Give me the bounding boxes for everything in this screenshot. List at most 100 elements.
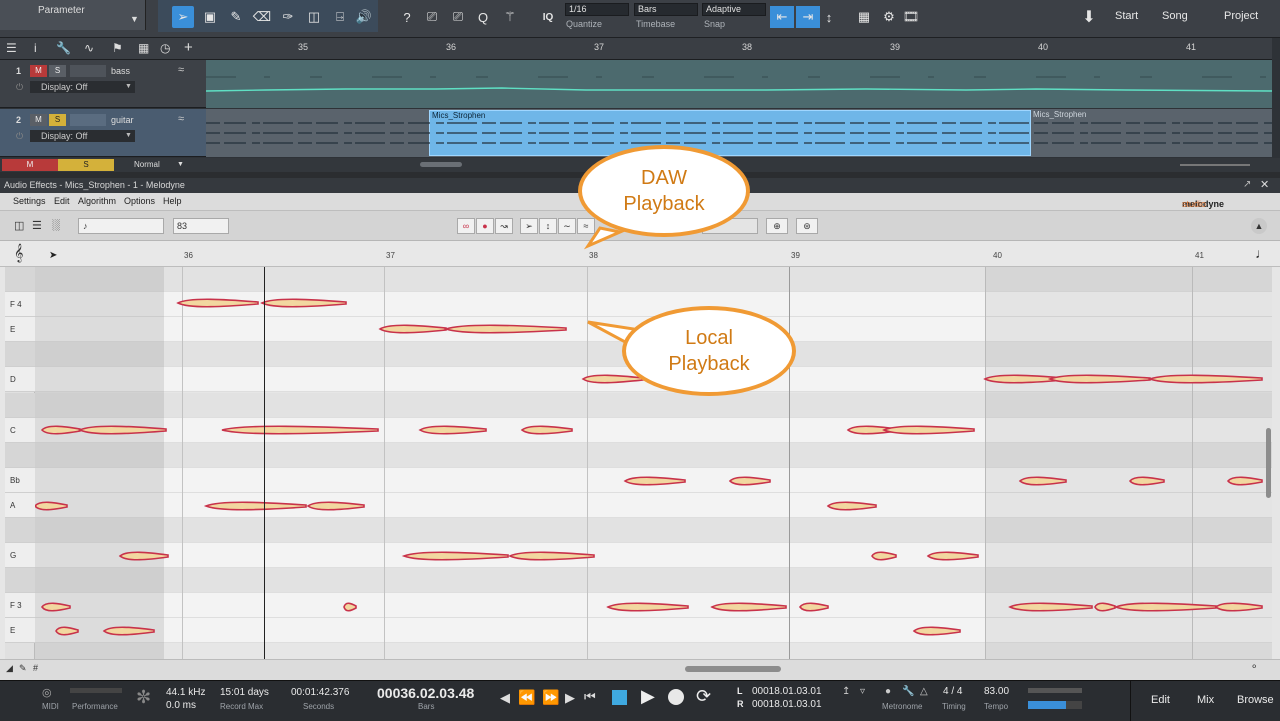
track-lane-guitar[interactable]: Mics_Strophen Mics_Strophen (206, 109, 1272, 157)
mixer-icon[interactable]: ☰ (32, 219, 42, 232)
expand-icon[interactable]: ↗ (1243, 179, 1251, 190)
chevron-down-icon[interactable]: ▼ (130, 14, 139, 24)
song-page-link[interactable]: Song (1162, 10, 1188, 22)
note-blob[interactable] (203, 501, 307, 511)
note-blob[interactable] (1147, 374, 1263, 384)
loop-icon[interactable]: ⟳ (696, 686, 711, 707)
tuning-icon[interactable]: ▲ (1251, 218, 1267, 234)
piano-key[interactable]: Bb (5, 467, 35, 493)
note-blob[interactable] (606, 602, 689, 612)
loop-start[interactable]: 00018.01.03.01 (752, 686, 822, 697)
piano-keyboard[interactable]: F 4 E D C Bb A G F 3E (5, 267, 35, 659)
note-blob[interactable] (926, 551, 979, 561)
tempo-value[interactable]: 83.00 (984, 686, 1009, 697)
note-blob[interactable] (1008, 602, 1093, 612)
range-tool-icon[interactable]: ▣ (200, 6, 220, 28)
global-mute-button[interactable]: M (2, 159, 58, 171)
note-blob[interactable] (40, 425, 81, 435)
note-blob[interactable] (799, 602, 829, 612)
editor-ruler[interactable]: 𝄞 ➤ 36 37 38 39 40 41 ♩ (0, 241, 1280, 267)
snap-select[interactable]: Adaptive (702, 3, 766, 16)
note-blob[interactable] (1113, 602, 1217, 612)
horizontal-scrollbar[interactable] (420, 162, 462, 167)
note-blob[interactable] (401, 551, 509, 561)
add-track-icon[interactable]: + (184, 39, 193, 56)
piano-key[interactable]: E (5, 317, 35, 343)
clock-icon[interactable]: ◷ (160, 41, 170, 55)
precount-icon[interactable]: ↥ (842, 686, 850, 697)
piano-key[interactable]: C (5, 417, 35, 443)
piano-key[interactable] (5, 568, 35, 594)
scroll-icon[interactable]: ◢ (6, 663, 13, 674)
note-blob[interactable] (1128, 476, 1165, 486)
correct-pitch-button[interactable]: ⊕ (766, 218, 788, 234)
fast-forward-icon[interactable]: ⏩ (542, 689, 559, 706)
start-page-link[interactable]: Start (1115, 10, 1138, 22)
vertical-scrollbar[interactable] (1266, 428, 1271, 498)
piano-key[interactable]: F 3 (5, 593, 35, 619)
tempo-field[interactable]: 83 (173, 218, 229, 234)
pencil-tool-icon[interactable]: ✎ (226, 6, 246, 28)
track-name-field[interactable] (70, 65, 106, 77)
track-lane-bass[interactable] (206, 60, 1272, 108)
menu-edit[interactable]: Edit (54, 196, 70, 206)
note-icon[interactable]: ♩ (1255, 245, 1269, 261)
bend-tool-icon[interactable]: ⍈ (330, 6, 350, 28)
mix-view-button[interactable]: Mix (1197, 694, 1214, 706)
snap-right-icon[interactable]: ⇥ (796, 6, 820, 28)
chevron-down-icon[interactable]: ▼ (177, 161, 184, 168)
display-select[interactable]: Display: Off (30, 130, 135, 142)
loop-end[interactable]: 00018.01.03.01 (752, 699, 822, 710)
blob-tool-button[interactable]: ● (476, 218, 494, 234)
mode-select[interactable]: Normal (134, 160, 160, 169)
cursor-follow-icon[interactable]: ↕ (820, 6, 838, 28)
note-blob[interactable] (118, 551, 169, 561)
note-blob[interactable] (260, 298, 347, 308)
edit-audio-icon[interactable]: ⚚ (500, 6, 520, 28)
split-tool-icon[interactable]: ◫ (304, 6, 324, 28)
browse-view-button[interactable]: Browse (1237, 694, 1274, 706)
metronome-field[interactable]: ♪ (78, 218, 164, 234)
track-header-guitar[interactable]: 2 M S guitar ≈ ⏻ Display: Off ▼ (0, 109, 206, 157)
note-blob[interactable] (102, 626, 155, 636)
piano-key[interactable]: F 4 (5, 292, 35, 318)
piano-key[interactable] (5, 518, 35, 544)
zoom-slider[interactable] (1180, 164, 1250, 166)
link-tool-button[interactable]: ↝ (495, 218, 513, 234)
note-blob[interactable] (912, 626, 961, 636)
note-blob[interactable] (41, 602, 71, 612)
note-blob[interactable] (418, 425, 487, 435)
note-blob[interactable] (55, 626, 79, 636)
edit-view-button[interactable]: Edit (1151, 694, 1170, 706)
solo-button[interactable]: S (49, 65, 66, 77)
goto-end-icon[interactable]: ⏮ (584, 689, 596, 705)
piano-key[interactable]: A (5, 492, 35, 518)
note-blob[interactable] (176, 298, 259, 308)
audio-bend-icon[interactable]: ⎚ (422, 6, 442, 28)
bars-value[interactable]: 00036.02.03.48 (377, 685, 474, 701)
waveform-icon[interactable]: ≈ (178, 113, 184, 125)
piano-key[interactable] (5, 392, 35, 418)
treble-clef-icon[interactable]: 𝄞 (14, 245, 23, 263)
eraser-tool-icon[interactable]: ⌫ (252, 6, 272, 28)
help-icon[interactable]: ? (398, 6, 416, 28)
play-icon[interactable]: ▶ (641, 686, 655, 707)
automation-icon[interactable]: ∿ (84, 41, 94, 55)
note-blob[interactable] (826, 501, 877, 511)
layout-icon[interactable]: ◫ (14, 219, 24, 232)
timing-value[interactable]: 4 / 4 (943, 686, 962, 697)
flag-icon[interactable]: ⚑ (112, 41, 123, 55)
playhead[interactable] (264, 267, 265, 659)
note-blob[interactable] (443, 324, 567, 334)
piano-key[interactable]: D (5, 367, 35, 393)
settings-icon[interactable]: ⚙ (880, 6, 898, 28)
pitch-tool-button[interactable]: ∞ (457, 218, 475, 234)
pointer-tool-button[interactable]: ➢ (520, 218, 538, 234)
grid-view-icon[interactable]: ▦ (138, 41, 149, 55)
overview-scrollbar[interactable] (685, 666, 781, 672)
paint-tool-icon[interactable]: ✑ (278, 6, 298, 28)
midi-icon[interactable]: ◎ (42, 686, 52, 699)
pitch-modulation-button[interactable]: ↕ (539, 218, 557, 234)
piano-key[interactable] (5, 267, 35, 293)
rewind-icon[interactable]: ⏪ (518, 689, 535, 706)
